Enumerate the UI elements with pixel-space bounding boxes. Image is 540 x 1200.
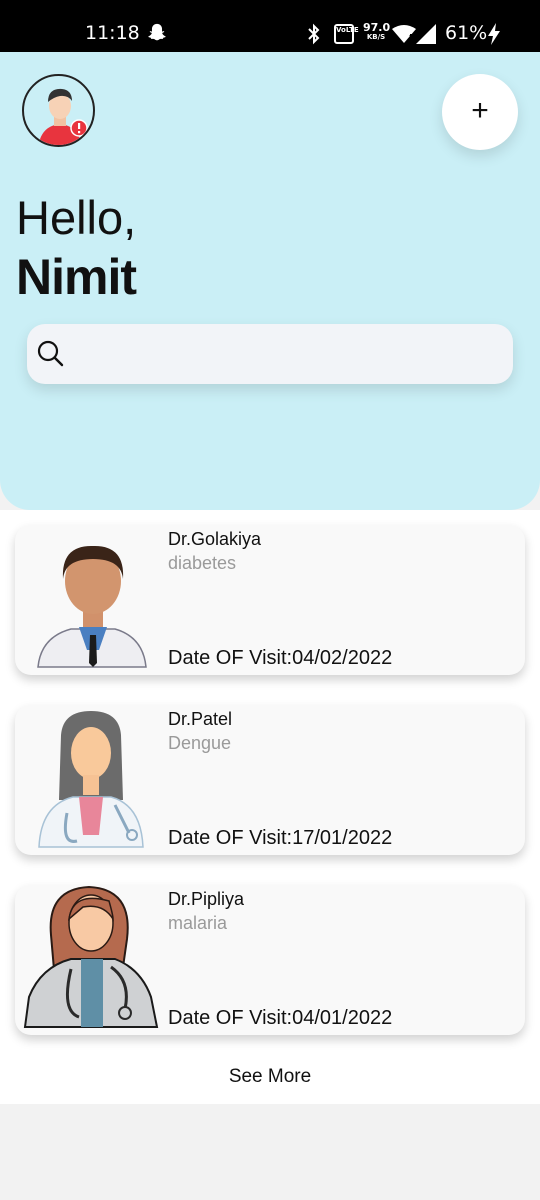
- status-bar: 11:18 VoLTE 97.0 KB/S 61%: [0, 0, 540, 52]
- battery-level: 61%: [445, 22, 488, 44]
- male-doctor-icon: [37, 545, 147, 668]
- network-speed: 97.0 KB/S: [363, 21, 391, 41]
- see-more-link[interactable]: See More: [0, 1066, 540, 1088]
- signal-icon: [416, 24, 436, 44]
- username-text: Nimit: [16, 249, 137, 305]
- visit-date: Date OF Visit:04/02/2022: [168, 647, 393, 669]
- user-avatar-icon: [38, 88, 88, 145]
- add-button[interactable]: +: [442, 74, 518, 150]
- doctor-name: Dr.Pipliya: [168, 889, 245, 909]
- visit-card[interactable]: Dr.Golakiya diabetes Date OF Visit:04/02…: [15, 525, 525, 675]
- charging-icon: [488, 23, 500, 45]
- bluetooth-icon: [308, 23, 320, 45]
- doctor-name: Dr.Golakiya: [168, 529, 262, 549]
- visit-date: Date OF Visit:17/01/2022: [168, 827, 393, 849]
- greeting-text: Hello,: [16, 191, 137, 244]
- female-doctor-icon: [38, 711, 144, 848]
- disease-name: malaria: [168, 913, 228, 933]
- visit-card[interactable]: Dr.Pipliya malaria Date OF Visit:04/01/2…: [15, 885, 525, 1035]
- disease-name: Dengue: [168, 733, 232, 753]
- status-time: 11:18: [85, 22, 140, 44]
- profile-avatar[interactable]: [22, 74, 95, 147]
- doctor-name: Dr.Patel: [168, 709, 233, 729]
- visit-card[interactable]: Dr.Patel Dengue Date OF Visit:17/01/2022: [15, 705, 525, 855]
- snapchat-icon: [148, 23, 166, 41]
- wifi-icon: [392, 25, 416, 43]
- search-input[interactable]: [77, 324, 497, 384]
- search-bar[interactable]: [27, 324, 513, 384]
- search-icon: [37, 340, 64, 367]
- visit-date: Date OF Visit:04/01/2022: [168, 1007, 393, 1029]
- female-doctor-icon: [23, 885, 159, 1028]
- disease-name: diabetes: [168, 553, 237, 573]
- visit-list: Dr.Golakiya diabetes Date OF Visit:04/02…: [0, 510, 540, 1104]
- header: + Hello, Nimit: [0, 52, 540, 510]
- volte-icon: VoLTE: [334, 24, 359, 44]
